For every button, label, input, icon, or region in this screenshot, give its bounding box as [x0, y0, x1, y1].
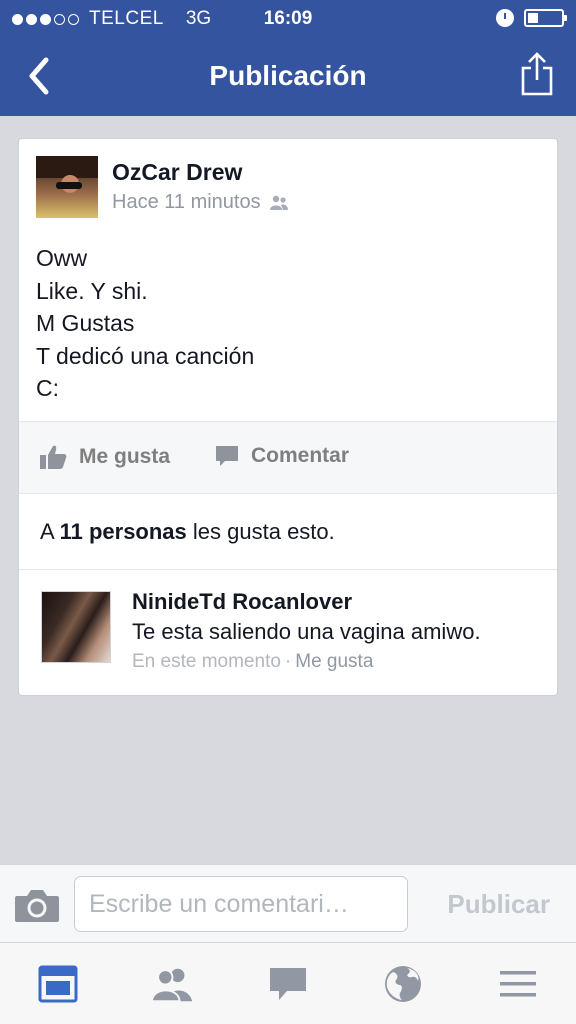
- post-line: Oww: [36, 245, 88, 271]
- comment-label: Comentar: [251, 444, 350, 467]
- share-icon: [521, 52, 553, 96]
- likes-suffix: les gusta esto.: [192, 519, 335, 544]
- tab-more-menu[interactable]: [496, 963, 540, 1005]
- comment-bubble-icon: [216, 446, 238, 466]
- likes-count: 11 personas: [59, 519, 187, 544]
- post-time[interactable]: Hace 11 minutos: [112, 191, 261, 214]
- post-line: T dedicó una canción: [36, 342, 255, 369]
- post-body: Oww Like. Y shi. M Gustas T dedicó una c…: [36, 242, 254, 405]
- tab-friend-requests[interactable]: [150, 963, 194, 1005]
- status-time: 16:09: [263, 8, 313, 29]
- thumbs-up-icon: [40, 445, 67, 469]
- alarm-icon: [496, 9, 514, 27]
- author-avatar[interactable]: [36, 156, 98, 218]
- tab-messages[interactable]: [266, 963, 310, 1005]
- tab-notifications[interactable]: [381, 963, 425, 1005]
- post-card: OzCar Drew Hace 11 minutos Oww Like. Y s…: [18, 138, 558, 696]
- like-label: Me gusta: [79, 445, 171, 468]
- like-button[interactable]: Me gusta: [39, 444, 170, 470]
- comment-like-link[interactable]: Me gusta: [295, 651, 373, 672]
- meta-separator: ·: [284, 651, 292, 672]
- friends-requests-icon: [150, 968, 193, 1003]
- comment-time: En este momento: [132, 651, 281, 672]
- avatar-sunglasses: [56, 182, 82, 189]
- likes-summary[interactable]: A 11 personas les gusta esto.: [40, 519, 335, 545]
- status-right: [496, 9, 567, 27]
- post-meta: Hace 11 minutos: [112, 191, 289, 214]
- share-button[interactable]: [520, 50, 554, 96]
- divider: [19, 569, 557, 570]
- battery-icon: [524, 9, 567, 27]
- tab-news-feed[interactable]: [36, 963, 80, 1005]
- post-line: C:: [36, 375, 59, 401]
- navigation-bar: Publicación: [0, 38, 576, 116]
- comment-button[interactable]: Comentar: [215, 444, 349, 468]
- post-line: Like. Y shi.: [36, 277, 148, 304]
- commenter-avatar[interactable]: [41, 591, 111, 663]
- camera-icon: [15, 890, 59, 922]
- friends-icon: [269, 195, 288, 210]
- comment-author[interactable]: NinideTd Rocanlover: [132, 589, 352, 615]
- tab-bar: [0, 942, 576, 1024]
- menu-icon: [500, 971, 536, 997]
- camera-button[interactable]: [14, 889, 60, 923]
- battery-fill: [528, 13, 538, 23]
- publish-button[interactable]: Publicar: [447, 889, 550, 920]
- messages-icon: [270, 968, 306, 1000]
- post-line: M Gustas: [36, 310, 135, 336]
- comment-text: Te esta saliendo una vagina amiwo.: [132, 619, 481, 644]
- status-bar: TELCEL 3G 16:09: [0, 0, 576, 38]
- news-feed-icon: [38, 965, 78, 1003]
- top-bar: TELCEL 3G 16:09 Publicación: [0, 0, 576, 116]
- notifications-globe-icon: [385, 966, 421, 1002]
- page-title: Publicación: [209, 60, 367, 91]
- post-author[interactable]: OzCar Drew: [112, 159, 242, 186]
- comment-input[interactable]: [74, 876, 408, 932]
- likes-prefix: A: [40, 519, 54, 544]
- post-actions: Me gusta Comentar: [19, 421, 557, 494]
- comment-composer: Publicar: [0, 864, 576, 942]
- comment-meta: En este momento · Me gusta: [132, 651, 373, 673]
